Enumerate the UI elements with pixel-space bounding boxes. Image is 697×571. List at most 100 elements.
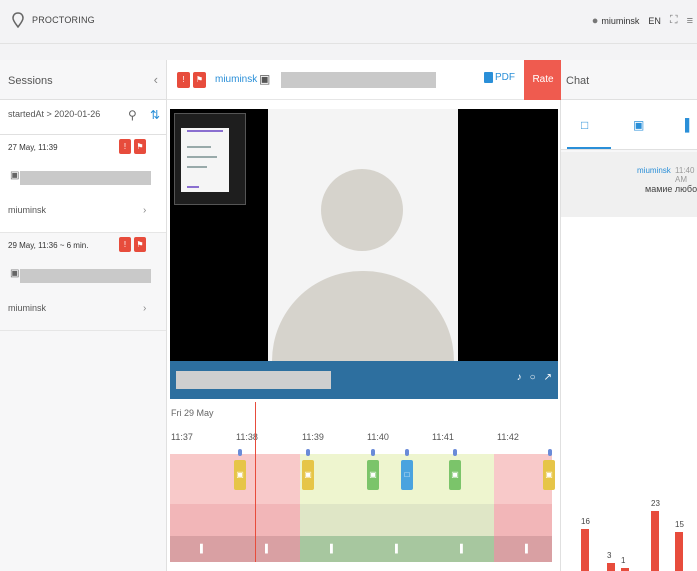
sessions-title: Sessions (8, 75, 53, 87)
tab-chat-icon[interactable]: □ (581, 118, 588, 132)
violation-lane (170, 536, 300, 562)
session-time: 27 May, 11:39 (8, 143, 58, 152)
flag-badge-icon: ⚑ (134, 237, 146, 252)
timeline-scrollbar[interactable] (552, 402, 558, 562)
stat-label: 3 (607, 551, 612, 561)
session-redacted-bar (20, 171, 151, 185)
viewer-header: ! ⚑ miuminsk ▣ PDF Rate (167, 60, 562, 100)
expand-icon[interactable]: ↗ (544, 372, 552, 383)
timeline-date: Fri 29 May (171, 408, 214, 418)
fullscreen-icon[interactable]: ⛶ (670, 14, 678, 27)
camera-icon: ▣ (10, 268, 20, 279)
event-marker-screen-icon[interactable]: ▣ (449, 460, 461, 490)
event-pin (238, 449, 242, 456)
flag-badge-icon: ⚑ (134, 139, 146, 154)
rate-button[interactable]: Rate (524, 60, 562, 100)
alert-badge-icon: ! (119, 139, 131, 154)
pdf-button[interactable]: PDF (484, 72, 515, 83)
settings-icon[interactable]: ≡ (687, 15, 693, 27)
search-icon[interactable]: ⚲ (128, 108, 137, 122)
control-icons: ♪ ○ ↗ (517, 372, 552, 383)
event-marker-camera-icon[interactable]: ▣ (302, 460, 314, 490)
violation-lane (494, 536, 552, 562)
stat-label: 23 (651, 499, 660, 509)
chat-header: Chat (561, 60, 697, 100)
stats-area: 16 3 1 23 15 (561, 217, 697, 571)
sessions-panel: Sessions ‹ ⚲ ⇅ 27 May, 11:39 ! ⚑ ▣ miumi… (0, 60, 166, 571)
collapse-chevron-icon[interactable]: ‹ (154, 72, 158, 87)
session-badges: ! ⚑ (119, 139, 146, 154)
stat-label: 15 (675, 520, 684, 529)
chart-icon: ▌ (200, 544, 206, 553)
event-marker-chat-icon[interactable]: □ (401, 460, 413, 490)
event-pin (405, 449, 409, 456)
brand-name: PROCTORING (32, 15, 95, 25)
stat-bar (651, 511, 659, 571)
chat-title: Chat (566, 75, 590, 87)
event-marker-camera-icon[interactable]: ▣ (234, 460, 246, 490)
top-bar: PROCTORING ● miuminsk EN ⛶ ≡ (0, 0, 697, 44)
volume-icon[interactable]: ♪ (517, 372, 522, 383)
webcam-frame (268, 109, 458, 361)
timeline-tick: 11:41 (432, 432, 454, 442)
event-pin (371, 449, 375, 456)
document-icon (484, 72, 493, 83)
ok-band (300, 454, 494, 504)
playhead[interactable] (255, 402, 256, 562)
violation-lane (494, 504, 552, 536)
message-text: мамие любо (645, 184, 697, 194)
session-user: miuminsk (8, 303, 47, 313)
chat-panel: Chat □ ▣ ▌ miuminsk 11:40 AM мамие любо … (561, 60, 697, 571)
video-redacted-bar (176, 371, 331, 389)
tab-camera-icon[interactable]: ▣ (633, 118, 644, 132)
tab-selected-indicator (567, 147, 611, 149)
search-row: ⚲ ⇅ (0, 100, 166, 135)
video-player[interactable]: ♪ ○ ↗ (170, 109, 558, 399)
chat-message: miuminsk 11:40 AM мамие любо (561, 152, 697, 217)
alert-badge-icon: ! (119, 237, 131, 252)
message-user: miuminsk (637, 166, 671, 175)
viewer-badges: ! ⚑ (177, 72, 206, 88)
stat-label: 16 (581, 517, 590, 527)
session-time: 29 May, 11:36 ~ 6 min. (8, 241, 89, 250)
sessions-header: Sessions ‹ (0, 60, 166, 100)
user-area: ● miuminsk EN ⛶ ≡ (592, 14, 693, 27)
username: miuminsk (601, 15, 640, 26)
chart-icon: ▌ (265, 544, 271, 553)
timeline-tick: 11:40 (367, 432, 389, 442)
language-switch[interactable]: EN (648, 16, 661, 26)
brand[interactable]: PROCTORING (12, 12, 95, 28)
viewer-redacted-bar (281, 72, 436, 88)
camera-icon: ▣ (10, 170, 20, 181)
session-viewer: ! ⚑ miuminsk ▣ PDF Rate ♪ ○ ↗ Fri 29 May… (166, 60, 562, 571)
search-input[interactable] (8, 109, 118, 119)
stat-label: 1 (621, 556, 626, 565)
event-marker-screen-icon[interactable]: ▣ (367, 460, 379, 490)
avatar-body (272, 271, 454, 361)
session-item[interactable]: 29 May, 11:36 ~ 6 min. ! ⚑ ▣ miuminsk › (0, 233, 166, 331)
screenshot-icon[interactable]: ○ (530, 372, 536, 383)
camera-icon: ▣ (259, 72, 271, 86)
stat-bar (607, 563, 615, 571)
sort-icon[interactable]: ⇅ (150, 108, 160, 122)
ok-lane (300, 504, 494, 536)
chevron-right-icon[interactable]: › (143, 205, 146, 216)
user-menu[interactable]: ● miuminsk (592, 15, 640, 27)
chart-icon: ▌ (330, 544, 336, 553)
session-redacted-bar (20, 269, 151, 283)
message-time: 11:40 AM (675, 166, 695, 184)
timeline-tick: 11:39 (302, 432, 324, 442)
chart-icon: ▌ (525, 544, 531, 553)
session-user: miuminsk (8, 205, 47, 215)
video-controls: ♪ ○ ↗ (170, 361, 558, 399)
session-badges: ! ⚑ (119, 237, 146, 252)
timeline[interactable]: Fri 29 May 11:37 11:38 11:39 11:40 11:41… (170, 402, 558, 571)
chevron-right-icon[interactable]: › (143, 303, 146, 314)
timeline-tick: 11:37 (171, 432, 193, 442)
viewer-username[interactable]: miuminsk (215, 74, 257, 85)
tab-stats-icon[interactable]: ▌ (685, 118, 694, 132)
session-item[interactable]: 27 May, 11:39 ! ⚑ ▣ miuminsk › (0, 135, 166, 233)
screen-share-thumbnail[interactable] (174, 113, 246, 205)
screen-preview (181, 128, 229, 192)
timeline-tick: 11:42 (497, 432, 519, 442)
